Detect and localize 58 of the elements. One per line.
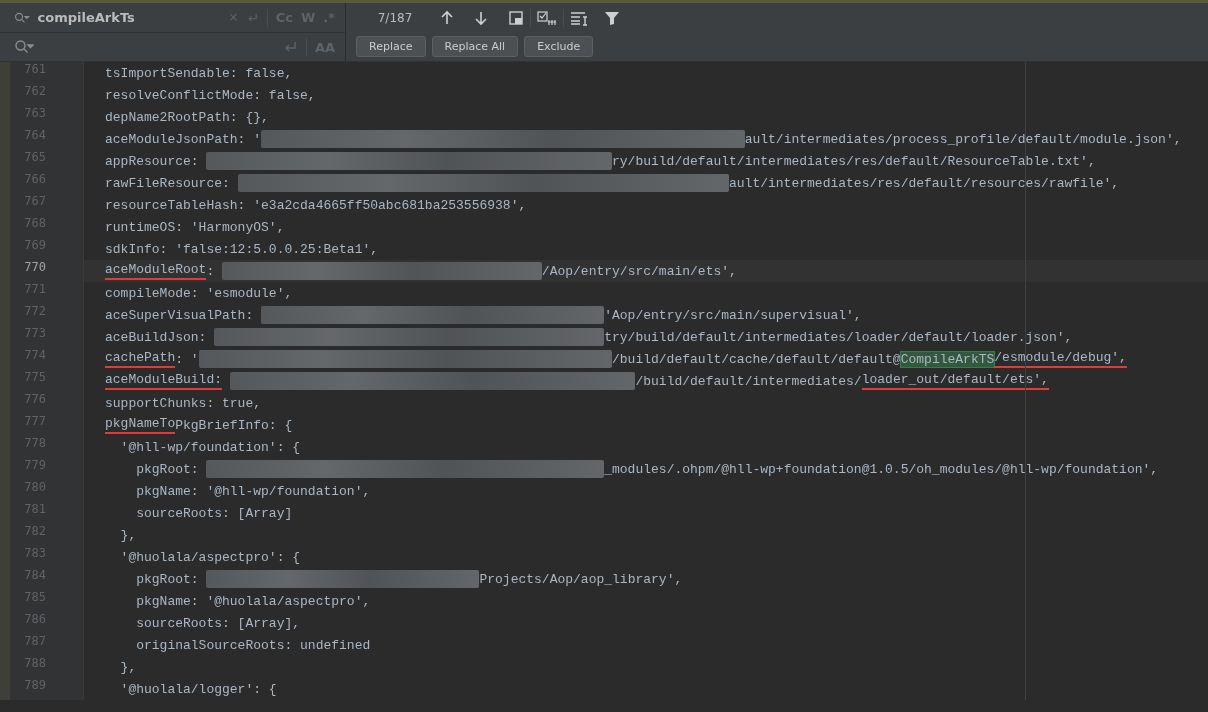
up-arrow-icon[interactable] (440, 9, 454, 26)
code-text: /build/default/cache/default/default@ (612, 351, 901, 367)
match-count: 7/187 (376, 10, 414, 25)
code-text: tsImportSendable: false, (105, 65, 293, 81)
code-text: originalSourceRoots: undefined (135, 637, 371, 653)
code-text: ault/intermediates/res/default/resources/rawfile', (729, 175, 1120, 191)
code-text: pkgName: '@hll-wp/foundation', (135, 483, 371, 499)
code-text: rawFileResource: (105, 175, 231, 191)
code-text: sourceRoots: [Array], (135, 615, 301, 631)
code-text: pkgNameTo (105, 416, 176, 434)
code-text: pkgName: '@huolala/aspectpro', (135, 593, 371, 609)
code-text: runtimeOS: 'HarmonyOS', (105, 219, 285, 235)
code-text: /esmodule/debug', (994, 350, 1127, 368)
code-text: cachePath (105, 350, 176, 368)
code-text: aceBuildJson: (105, 329, 208, 345)
code-text: : ' (175, 351, 199, 367)
code-text: '@huolala/aspectpro': { (119, 549, 301, 565)
action-button[interactable]: Replace All (431, 36, 519, 57)
search-match: CompileArkTS (900, 351, 995, 367)
code-text: Projects/Aop/aop_library', (479, 571, 683, 587)
line-number: 770 (23, 260, 46, 276)
code-text: /Aop/entry/src/main/ets', (541, 263, 737, 279)
code-text: '@huolala/logger': { (119, 681, 277, 697)
window-icon[interactable] (508, 9, 524, 26)
code-text: _modules/.ohpm/@hll-wp+foundation@1.0.5/oh_modules/@hll-wp/foundation', (604, 461, 1159, 477)
code-text: depName2RootPath: {}, (105, 109, 269, 125)
code-text: compileMode: 'esmodule', (105, 285, 293, 301)
search-field[interactable]: compileArkTs (37, 10, 220, 25)
code-text: pkgRoot: (135, 571, 200, 587)
action-button[interactable]: Exclude (524, 36, 594, 57)
code-text: sourceRoots: [Array] (135, 505, 293, 521)
code-text: 'Aop/entry/src/main/supervisual', (604, 307, 862, 323)
code-text: resourceTableHash: 'e3a2cda4665ff50abc681ba253556938', (105, 197, 527, 213)
code-text: '@hll-wp/foundation': { (119, 439, 301, 455)
code-text: appResource: (105, 153, 200, 169)
code-text: pkgRoot: (135, 461, 200, 477)
code-text: }, (119, 527, 137, 543)
code-text: }, (119, 659, 137, 675)
code-text: PkgBriefInfo: { (175, 417, 293, 433)
down-arrow-icon[interactable] (474, 9, 488, 26)
search-icon[interactable] (14, 39, 34, 55)
code-text: ry/build/default/intermediates/res/default/ResourceTable.txt', (612, 153, 1096, 169)
action-button[interactable]: Replace (356, 36, 426, 57)
lines-icon[interactable] (570, 9, 588, 26)
code-text: ault/intermediates/process_profile/default/module.json', (744, 131, 1182, 147)
code-text: supportChunks: true, (105, 395, 262, 411)
code-text: aceModuleJsonPath: ' (105, 131, 262, 147)
code-text: aceModuleRoot (105, 262, 207, 280)
code-text: : (206, 263, 216, 279)
code-text: try/build/default/intermediates/loader/default/loader.json', (604, 329, 1073, 345)
code-text: aceSuperVisualPath: (105, 307, 255, 323)
code-text: sdkInfo: 'false:12:5.0.0.25:Beta1', (105, 241, 379, 257)
code-text: resolveConflictMode: false, (105, 87, 316, 103)
code-text: loader_out/default/ets', (861, 372, 1049, 390)
code-text: aceModuleBuild: (105, 372, 223, 390)
checklist-icon[interactable] (537, 9, 557, 26)
code-text: /build/default/intermediates/ (635, 373, 862, 389)
filter-icon[interactable] (604, 9, 620, 26)
